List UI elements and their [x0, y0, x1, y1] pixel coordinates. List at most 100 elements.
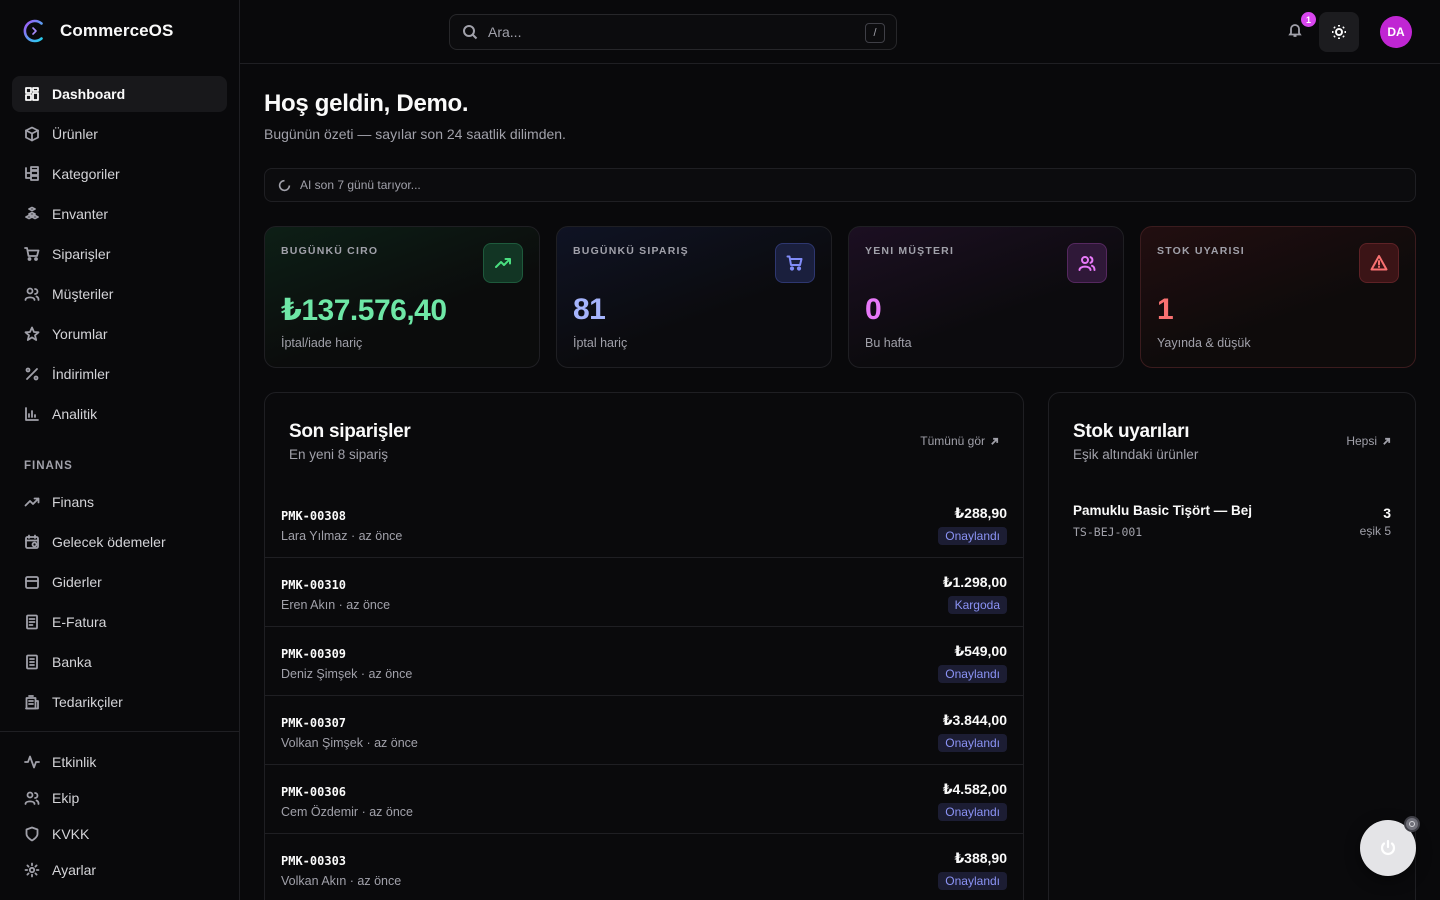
sidebar-item-label: Banka	[52, 654, 92, 670]
sun-icon	[1332, 25, 1346, 39]
order-amount: ₺4.582,00	[942, 781, 1007, 797]
search-input[interactable]	[488, 24, 848, 40]
sidebar-item-label: Ekip	[52, 790, 80, 806]
app-name: CommerceOS	[60, 21, 174, 40]
sidebar-item-analytics[interactable]: Analitik	[12, 396, 227, 432]
kpi-value: 1	[1157, 293, 1174, 326]
status-badge: Onaylandı	[938, 872, 1007, 890]
kpi-card-orders[interactable]: BUGÜNKÜ SIPARIŞ 81 İptal hariç	[556, 226, 832, 368]
order-meta: Deniz Şimşek · az önce	[281, 667, 413, 681]
sidebar-item-label: İndirimler	[52, 366, 110, 382]
wallet-icon	[25, 576, 39, 589]
sidebar-item-label: Ayarlar	[52, 862, 97, 878]
sidebar-item-label: Siparişler	[52, 246, 111, 262]
arrow-up-right-icon	[991, 437, 999, 445]
order-id: PMK-00310	[281, 578, 347, 592]
kpi-card-new-customers[interactable]: YENI MÜŞTERI 0 Bu hafta	[848, 226, 1124, 368]
link-label: Tümünü gör	[920, 434, 985, 448]
stock-threshold: eşik 5	[1359, 524, 1391, 538]
sidebar-item-products[interactable]: Ürünler	[12, 116, 227, 152]
view-all-orders-link[interactable]: Tümünü gör	[920, 434, 999, 448]
order-meta: Volkan Şimşek · az önce	[281, 736, 418, 750]
sidebar-item-label: Ürünler	[52, 126, 98, 142]
sidebar-item-customers[interactable]: Müşteriler	[12, 276, 227, 312]
sidebar-item-orders[interactable]: Siparişler	[12, 236, 227, 272]
sidebar-item-discounts[interactable]: İndirimler	[12, 356, 227, 392]
sidebar-item-label: Analitik	[52, 406, 98, 422]
sidebar-item-bank[interactable]: Banka	[12, 644, 227, 680]
status-badge: Onaylandı	[938, 665, 1007, 683]
sidebar-item-label: KVKK	[52, 826, 90, 842]
power-icon	[1380, 839, 1396, 855]
sidebar-item-suppliers[interactable]: Tedarikçiler	[12, 684, 227, 720]
kpi-label: BUGÜNKÜ SIPARIŞ	[573, 245, 689, 257]
sidebar-item-inventory[interactable]: Envanter	[12, 196, 227, 232]
order-amount: ₺388,90	[954, 850, 1007, 866]
user-avatar[interactable]: DA	[1380, 16, 1412, 48]
recent-orders-panel: Son siparişler En yeni 8 sipariş Tümünü …	[264, 392, 1024, 900]
sidebar-item-finance[interactable]: Finans	[12, 484, 227, 520]
topbar: / 1 DA	[240, 0, 1440, 64]
theme-toggle-button[interactable]	[1319, 12, 1359, 52]
table-row[interactable]: PMK-00306 Cem Özdemir · az önce ₺4.582,0…	[265, 765, 1023, 834]
order-meta: Eren Akın · az önce	[281, 598, 391, 612]
page-title: Hoş geldin, Demo.	[264, 90, 469, 117]
brand[interactable]: CommerceOS	[22, 18, 173, 44]
order-meta: Lara Yılmaz · az önce	[281, 529, 403, 543]
sidebar-item-categories[interactable]: Kategoriler	[12, 156, 227, 192]
kpi-card-revenue[interactable]: BUGÜNKÜ CIRO ₺137.576,40 İptal/iade hari…	[264, 226, 540, 368]
calendar-clock-icon	[25, 534, 39, 549]
order-amount: ₺549,00	[954, 643, 1007, 659]
invoice-icon	[26, 614, 38, 630]
sidebar-item-upcoming-payments[interactable]: Gelecek ödemeler	[12, 524, 227, 560]
boxes-icon	[25, 206, 39, 220]
kpi-label: YENI MÜŞTERI	[865, 245, 955, 257]
kpi-card-stock-alert[interactable]: STOK UYARISI 1 Yayında & düşük	[1140, 226, 1416, 368]
order-id: PMK-00308	[281, 509, 347, 523]
sidebar-item-activity[interactable]: Etkinlik	[12, 744, 227, 780]
kpi-label: STOK UYARISI	[1157, 245, 1245, 257]
building-icon	[25, 695, 39, 710]
sidebar-item-settings[interactable]: Ayarlar	[12, 852, 227, 888]
order-id: PMK-00307	[281, 716, 347, 730]
order-amount: ₺288,90	[954, 505, 1007, 521]
kpi-subtext: İptal/iade hariç	[281, 336, 363, 350]
table-row[interactable]: PMK-00308 Lara Yılmaz · az önce ₺288,90 …	[265, 489, 1023, 558]
trending-up-icon	[495, 258, 511, 268]
table-row[interactable]: PMK-00303 Volkan Akın · az önce ₺388,90 …	[265, 834, 1023, 900]
status-badge: Onaylandı	[938, 527, 1007, 545]
kpi-icon-box	[1359, 243, 1399, 283]
ai-status-bar: AI son 7 günü tarıyor...	[264, 168, 1416, 202]
list-item[interactable]: Pamuklu Basic Tişört — Bej TS-BEJ-001 3 …	[1049, 489, 1415, 549]
arrow-up-right-icon	[1383, 437, 1391, 445]
status-badge: Onaylandı	[938, 803, 1007, 821]
sidebar-item-label: E-Fatura	[52, 614, 107, 630]
status-badge: Onaylandı	[938, 734, 1007, 752]
page-subtitle: Bugünün özeti — sayılar son 24 saatlik d…	[264, 126, 566, 142]
notification-badge: 1	[1301, 12, 1316, 27]
table-row[interactable]: PMK-00309 Deniz Şimşek · az önce ₺549,00…	[265, 627, 1023, 696]
kpi-subtext: İptal hariç	[573, 336, 628, 350]
kpi-subtext: Yayında & düşük	[1157, 336, 1251, 350]
dashboard-icon	[25, 87, 39, 101]
sidebar-item-label: Finans	[52, 494, 95, 510]
sidebar-item-team[interactable]: Ekip	[12, 780, 227, 816]
users-icon	[24, 287, 40, 301]
sidebar-item-dashboard[interactable]: Dashboard	[12, 76, 227, 112]
sidebar-item-e-invoice[interactable]: E-Fatura	[12, 604, 227, 640]
ai-status-text: AI son 7 günü tarıyor...	[300, 178, 421, 192]
sidebar-item-label: Giderler	[52, 574, 102, 590]
view-all-stock-link[interactable]: Hepsi	[1346, 434, 1391, 448]
panel-title: Son siparişler	[289, 421, 411, 442]
table-row[interactable]: PMK-00307 Volkan Şimşek · az önce ₺3.844…	[265, 696, 1023, 765]
fab-close-dot[interactable]	[1404, 816, 1420, 832]
team-icon	[24, 791, 40, 805]
sidebar-item-reviews[interactable]: Yorumlar	[12, 316, 227, 352]
table-row[interactable]: PMK-00310 Eren Akın · az önce ₺1.298,00 …	[265, 558, 1023, 627]
star-icon	[24, 326, 40, 341]
sidebar-item-expenses[interactable]: Giderler	[12, 564, 227, 600]
trend-icon	[24, 497, 40, 507]
search-box[interactable]: /	[449, 14, 897, 50]
sidebar-item-kvkk[interactable]: KVKK	[12, 816, 227, 852]
shield-icon	[25, 826, 39, 842]
